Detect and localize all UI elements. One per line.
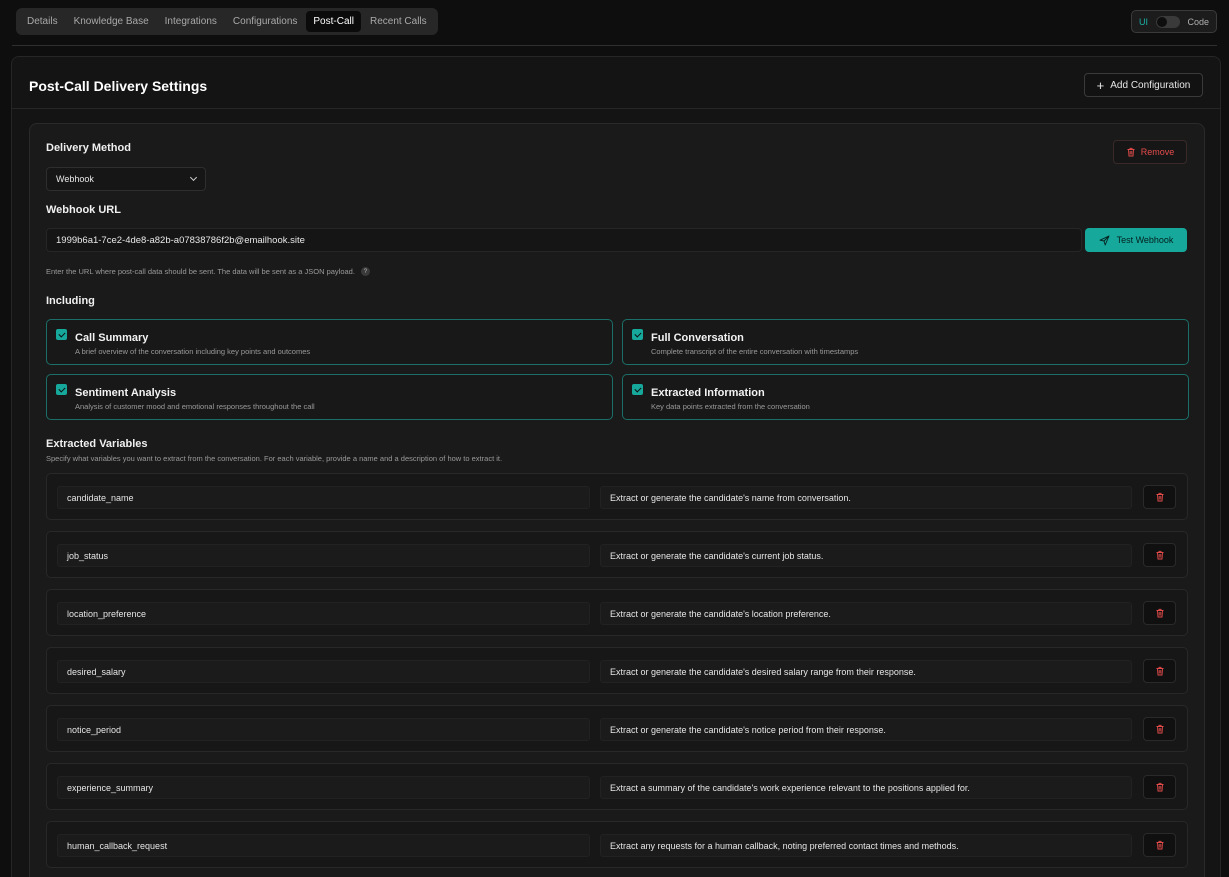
variable-name-input[interactable]: candidate_name bbox=[57, 486, 590, 509]
variable-description-input[interactable]: Extract or generate the candidate's curr… bbox=[600, 544, 1132, 567]
trash-icon bbox=[1156, 608, 1163, 618]
variable-description-input[interactable]: Extract or generate the candidate's name… bbox=[600, 486, 1132, 509]
delete-variable-button[interactable] bbox=[1143, 659, 1176, 683]
tab-post-call[interactable]: Post-Call bbox=[306, 11, 361, 32]
divider bbox=[12, 45, 1217, 46]
tab-integrations[interactable]: Integrations bbox=[158, 11, 224, 32]
delivery-method-label: Delivery Method bbox=[46, 142, 131, 154]
variable-name-input[interactable]: experience_summary bbox=[57, 776, 590, 799]
top-tabs: Details Knowledge Base Integrations Conf… bbox=[16, 8, 438, 35]
webhook-hint-text: Enter the URL where post-call data shoul… bbox=[46, 267, 355, 276]
variable-description-input[interactable]: Extract or generate the candidate's desi… bbox=[600, 660, 1132, 683]
variable-row: desired_salary Extract or generate the c… bbox=[46, 647, 1188, 694]
option-full-conversation[interactable]: Full Conversation Complete transcript of… bbox=[622, 319, 1189, 365]
trash-icon bbox=[1156, 492, 1163, 502]
card-header: Post-Call Delivery Settings + Add Config… bbox=[12, 57, 1220, 109]
option-description: Analysis of customer mood and emotional … bbox=[75, 402, 315, 411]
webhook-url-input[interactable]: 1999b6a1-7ce2-4de8-a82b-a07838786f2b@ema… bbox=[46, 228, 1082, 252]
checkbox-checked-icon[interactable] bbox=[632, 329, 643, 340]
variable-row: candidate_name Extract or generate the c… bbox=[46, 473, 1188, 520]
option-title: Extracted Information bbox=[651, 387, 765, 399]
option-description: A brief overview of the conversation inc… bbox=[75, 347, 311, 356]
variable-description-input[interactable]: Extract a summary of the candidate's wor… bbox=[600, 776, 1132, 799]
tab-knowledge-base[interactable]: Knowledge Base bbox=[67, 11, 156, 32]
variable-description-input[interactable]: Extract or generate the candidate's loca… bbox=[600, 602, 1132, 625]
option-sentiment-analysis[interactable]: Sentiment Analysis Analysis of customer … bbox=[46, 374, 613, 420]
variable-row: experience_summary Extract a summary of … bbox=[46, 763, 1188, 810]
remove-label: Remove bbox=[1140, 147, 1175, 157]
add-configuration-button[interactable]: + Add Configuration bbox=[1084, 73, 1203, 97]
delete-variable-button[interactable] bbox=[1143, 543, 1176, 567]
checkbox-checked-icon[interactable] bbox=[56, 329, 67, 340]
configuration-panel: Delivery Method Webhook Remove Webhook U… bbox=[29, 123, 1205, 877]
option-call-summary[interactable]: Call Summary A brief overview of the con… bbox=[46, 319, 613, 365]
option-title: Call Summary bbox=[75, 332, 149, 344]
option-extracted-information[interactable]: Extracted Information Key data points ex… bbox=[622, 374, 1189, 420]
option-title: Full Conversation bbox=[651, 332, 744, 344]
delete-variable-button[interactable] bbox=[1143, 601, 1176, 625]
code-mode-label: Code bbox=[1187, 16, 1209, 27]
delete-variable-button[interactable] bbox=[1143, 775, 1176, 799]
option-title: Sentiment Analysis bbox=[75, 387, 177, 399]
webhook-hint: Enter the URL where post-call data shoul… bbox=[46, 267, 370, 276]
trash-icon bbox=[1156, 782, 1163, 792]
delivery-method-value: Webhook bbox=[56, 174, 94, 184]
delete-variable-button[interactable] bbox=[1143, 717, 1176, 741]
variable-name-input[interactable]: desired_salary bbox=[57, 660, 590, 683]
remove-button[interactable]: Remove bbox=[1113, 140, 1187, 164]
variable-row: job_status Extract or generate the candi… bbox=[46, 531, 1188, 578]
delete-variable-button[interactable] bbox=[1143, 833, 1176, 857]
trash-icon bbox=[1156, 666, 1163, 676]
add-configuration-label: Add Configuration bbox=[1110, 79, 1191, 91]
checkbox-checked-icon[interactable] bbox=[632, 384, 643, 395]
plus-icon: + bbox=[1096, 77, 1105, 93]
including-label: Including bbox=[46, 295, 95, 307]
ui-code-toggle[interactable]: UI Code bbox=[1131, 10, 1217, 33]
variable-row: location_preference Extract or generate … bbox=[46, 589, 1188, 636]
variable-name-input[interactable]: job_status bbox=[57, 544, 590, 567]
variable-row: human_callback_request Extract any reque… bbox=[46, 821, 1188, 868]
test-webhook-button[interactable]: Test Webhook bbox=[1085, 228, 1187, 252]
page-title: Post-Call Delivery Settings bbox=[29, 78, 208, 94]
trash-icon bbox=[1127, 147, 1135, 157]
trash-icon bbox=[1156, 724, 1163, 734]
help-icon[interactable]: ? bbox=[360, 267, 370, 276]
ui-mode-label: UI bbox=[1139, 16, 1148, 27]
delivery-method-select[interactable]: Webhook bbox=[46, 167, 206, 191]
variable-name-input[interactable]: notice_period bbox=[57, 718, 590, 741]
tab-details[interactable]: Details bbox=[20, 11, 65, 32]
webhook-url-label: Webhook URL bbox=[46, 204, 121, 216]
chevron-down-icon bbox=[189, 173, 198, 182]
post-call-card: Post-Call Delivery Settings + Add Config… bbox=[11, 56, 1221, 877]
option-description: Complete transcript of the entire conver… bbox=[651, 347, 859, 356]
tab-configurations[interactable]: Configurations bbox=[226, 11, 304, 32]
trash-icon bbox=[1156, 840, 1163, 850]
variable-description-input[interactable]: Extract or generate the candidate's noti… bbox=[600, 718, 1132, 741]
option-description: Key data points extracted from the conve… bbox=[651, 402, 810, 411]
variable-description-input[interactable]: Extract any requests for a human callbac… bbox=[600, 834, 1132, 857]
delete-variable-button[interactable] bbox=[1143, 485, 1176, 509]
checkbox-checked-icon[interactable] bbox=[56, 384, 67, 395]
extracted-variables-description: Specify what variables you want to extra… bbox=[46, 454, 503, 463]
send-icon bbox=[1099, 235, 1110, 245]
test-webhook-label: Test Webhook bbox=[1116, 235, 1174, 245]
variable-name-input[interactable]: location_preference bbox=[57, 602, 590, 625]
variable-row: notice_period Extract or generate the ca… bbox=[46, 705, 1188, 752]
tab-recent-calls[interactable]: Recent Calls bbox=[363, 11, 434, 32]
trash-icon bbox=[1156, 550, 1163, 560]
variable-name-input[interactable]: human_callback_request bbox=[57, 834, 590, 857]
mode-switch[interactable] bbox=[1155, 15, 1180, 28]
extracted-variables-label: Extracted Variables bbox=[46, 438, 148, 450]
